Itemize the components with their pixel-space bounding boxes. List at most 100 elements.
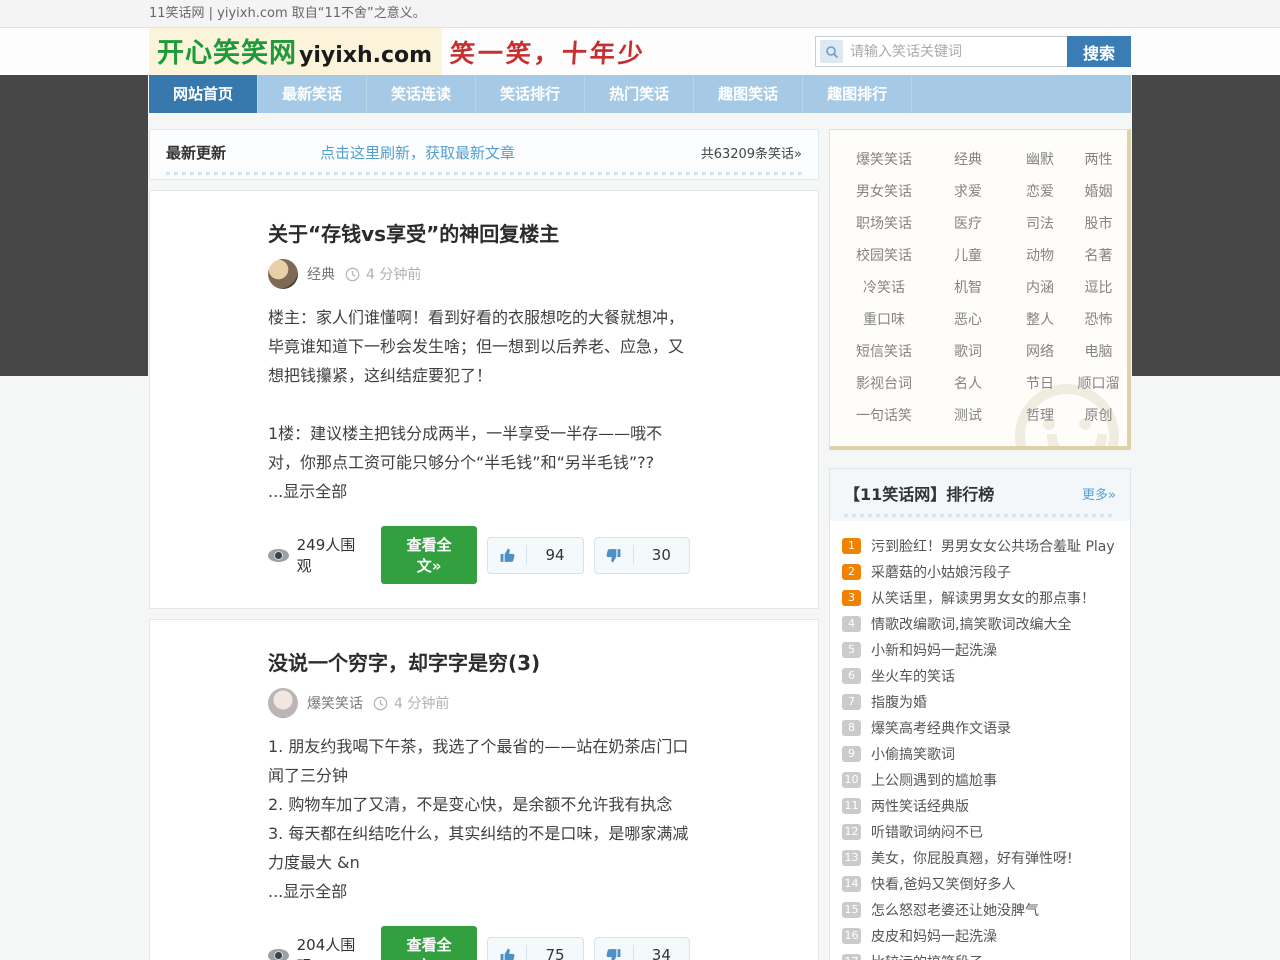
search-button[interactable]: 搜索	[1067, 36, 1131, 67]
category-tag[interactable]: 逗比	[1076, 272, 1121, 304]
ranking-item[interactable]: 1 污到脸红！男男女女公共场合羞耻 Play	[842, 533, 1118, 559]
category-tag[interactable]: 电脑	[1076, 336, 1121, 368]
views-count: 204人围观	[268, 934, 369, 960]
ranking-item[interactable]: 3 从笑话里，解读男男女女的那点事！	[842, 585, 1118, 611]
refresh-link[interactable]: 点击这里刷新，获取最新文章	[320, 142, 515, 163]
ranking-item[interactable]: 13 美女，你屁股真翘，好有弹性呀!	[842, 845, 1118, 871]
category-tag[interactable]: 歌词	[932, 336, 1004, 368]
ranking-item[interactable]: 8 爆笑高考经典作文语录	[842, 715, 1118, 741]
rank-item-text: 比较污的搞笑段子	[871, 952, 983, 960]
ranking-item[interactable]: 14 快看,爸妈又笑倒好多人	[842, 871, 1118, 897]
show-all-link[interactable]: ...显示全部	[268, 877, 690, 906]
ranking-item[interactable]: 6 坐火车的笑话	[842, 663, 1118, 689]
category-tag[interactable]: 幽默	[1004, 144, 1076, 176]
category-link[interactable]: 爆笑笑话	[307, 693, 363, 713]
nav-item[interactable]: 网站首页	[149, 75, 258, 113]
ranking-item[interactable]: 16 皮皮和妈妈一起洗澡	[842, 923, 1118, 949]
category-tag[interactable]: 机智	[932, 272, 1004, 304]
category-tag[interactable]: 儿童	[932, 240, 1004, 272]
category-tag[interactable]: 爆笑笑话	[836, 144, 932, 176]
nav-item[interactable]: 趣图排行	[803, 75, 912, 113]
ranking-item[interactable]: 7 指腹为婚	[842, 689, 1118, 715]
category-tag[interactable]: 医疗	[932, 208, 1004, 240]
ranking-item[interactable]: 9 小偷搞笑歌词	[842, 741, 1118, 767]
category-tag[interactable]: 顺口溜	[1076, 368, 1121, 400]
category-tag[interactable]: 经典	[932, 144, 1004, 176]
rank-badge: 7	[842, 694, 861, 710]
category-tag[interactable]: 动物	[1004, 240, 1076, 272]
category-tag[interactable]: 恐怖	[1076, 304, 1121, 336]
category-tag[interactable]: 原创	[1076, 400, 1121, 432]
category-tag[interactable]: 恋爱	[1004, 176, 1076, 208]
rank-badge: 1	[842, 538, 861, 554]
article-paragraph: 3. 每天都在纠结吃什么，其实纠结的不是口味，是哪家满减力度最大 &n	[268, 819, 690, 877]
category-tag[interactable]: 名人	[932, 368, 1004, 400]
category-tag[interactable]: 内涵	[1004, 272, 1076, 304]
ranking-item[interactable]: 15 怎么怒怼老婆还让她没脾气	[842, 897, 1118, 923]
show-all-link[interactable]: ...显示全部	[268, 477, 690, 506]
like-button[interactable]: 94	[487, 537, 583, 574]
category-tag[interactable]: 影视台词	[836, 368, 932, 400]
rank-badge: 5	[842, 642, 861, 658]
nav-item[interactable]: 笑话连读	[367, 75, 476, 113]
category-tag[interactable]: 男女笑话	[836, 176, 932, 208]
category-tag[interactable]: 两性	[1076, 144, 1121, 176]
thumb-up-icon	[488, 947, 526, 960]
category-tag[interactable]: 司法	[1004, 208, 1076, 240]
ranking-item[interactable]: 5 小新和妈妈一起洗澡	[842, 637, 1118, 663]
category-tag[interactable]: 节日	[1004, 368, 1076, 400]
nav-item[interactable]: 最新笑话	[258, 75, 367, 113]
ranking-more-link[interactable]: 更多»	[1082, 484, 1116, 503]
read-full-button[interactable]: 查看全文»	[381, 526, 477, 584]
category-tag[interactable]: 哲理	[1004, 400, 1076, 432]
category-tag[interactable]: 校园笑话	[836, 240, 932, 272]
category-tag[interactable]: 名著	[1076, 240, 1121, 272]
latest-updates-title: 最新更新	[166, 142, 226, 163]
ranking-item[interactable]: 12 听错歌词纳闷不已	[842, 819, 1118, 845]
dislike-button[interactable]: 34	[594, 937, 690, 960]
category-tag[interactable]: 短信笑话	[836, 336, 932, 368]
category-tag[interactable]: 整人	[1004, 304, 1076, 336]
category-tag[interactable]: 职场笑话	[836, 208, 932, 240]
category-tag[interactable]: 恶心	[932, 304, 1004, 336]
nav-item[interactable]: 热门笑话	[585, 75, 694, 113]
article-paragraph: 2. 购物车加了又清，不是变心快，是余额不允许我有执念	[268, 790, 690, 819]
category-tag[interactable]: 重口味	[836, 304, 932, 336]
article-title[interactable]: 没说一个穷字，却字字是穷(3)	[268, 648, 690, 678]
rank-badge: 4	[842, 616, 861, 632]
read-full-button[interactable]: 查看全文»	[381, 926, 477, 960]
rank-item-text: 情歌改编歌词,搞笑歌词改编大全	[871, 614, 1071, 634]
category-link[interactable]: 经典	[307, 264, 335, 284]
post-time: 4 分钟前	[394, 693, 449, 713]
search-input[interactable]	[843, 38, 1067, 65]
ranking-item[interactable]: 11 两性笑话经典版	[842, 793, 1118, 819]
rank-item-text: 听错歌词纳闷不已	[871, 822, 983, 842]
ranking-item[interactable]: 4 情歌改编歌词,搞笑歌词改编大全	[842, 611, 1118, 637]
site-logo[interactable]: 开心笑笑网 yiyixh.com	[149, 28, 442, 75]
rank-item-text: 污到脸红！男男女女公共场合羞耻 Play	[871, 536, 1115, 556]
nav-item[interactable]: 笑话排行	[476, 75, 585, 113]
ranking-item[interactable]: 2 采蘑菇的小姑娘污段子	[842, 559, 1118, 585]
ranking-item[interactable]: 10 上公厕遇到的尴尬事	[842, 767, 1118, 793]
total-jokes-link[interactable]: 共63209条笑话»	[701, 143, 802, 162]
category-tag[interactable]: 求爱	[932, 176, 1004, 208]
rank-item-text: 快看,爸妈又笑倒好多人	[871, 874, 1015, 894]
category-tag[interactable]: 测试	[932, 400, 1004, 432]
category-tag[interactable]: 一句话笑	[836, 400, 932, 432]
site-domain: yiyixh.com	[299, 43, 432, 68]
avatar	[268, 259, 298, 289]
like-button[interactable]: 75	[487, 937, 583, 960]
category-tag[interactable]: 婚姻	[1076, 176, 1121, 208]
ranking-title: 【11笑话网】排行榜	[844, 481, 994, 505]
rank-item-text: 两性笑话经典版	[871, 796, 969, 816]
category-tag[interactable]: 网络	[1004, 336, 1076, 368]
like-count: 94	[527, 546, 582, 564]
category-tag[interactable]: 冷笑话	[836, 272, 932, 304]
rank-badge: 12	[842, 824, 861, 840]
category-tag[interactable]: 股市	[1076, 208, 1121, 240]
ranking-item[interactable]: 17 比较污的搞笑段子	[842, 949, 1118, 960]
article-paragraph: 1楼：建议楼主把钱分成两半，一半享受一半存——哦不对，你那点工资可能只够分个“半…	[268, 419, 690, 477]
dislike-button[interactable]: 30	[594, 537, 690, 574]
article-title[interactable]: 关于“存钱vs享受”的神回复楼主	[268, 219, 690, 249]
nav-item[interactable]: 趣图笑话	[694, 75, 803, 113]
